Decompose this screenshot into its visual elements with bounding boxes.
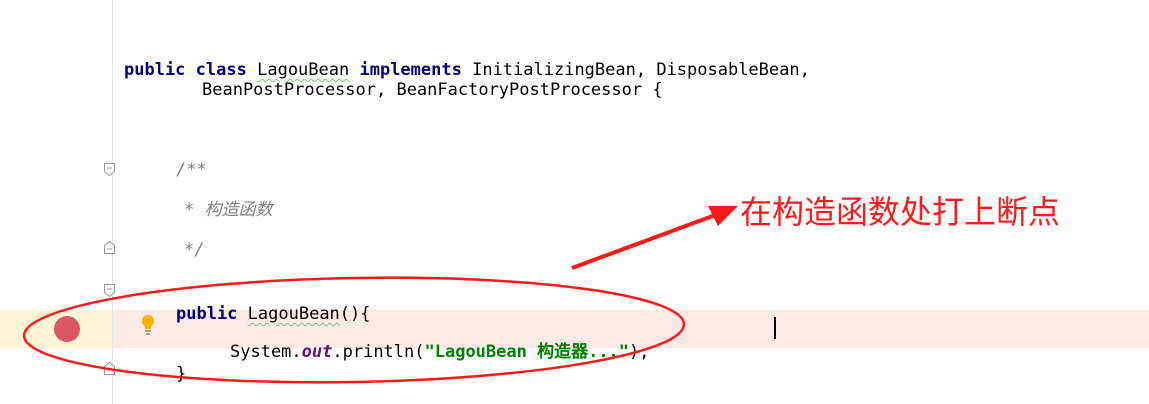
string-literal: "LagouBean 构造器..." — [424, 342, 630, 362]
comment-close: */ — [184, 240, 205, 260]
out-field: out — [301, 342, 333, 362]
comment-body: * 构造函数 — [184, 200, 273, 220]
fold-icon[interactable] — [104, 241, 115, 254]
comment-open: /** — [176, 160, 207, 180]
constructor-name: LagouBean — [247, 304, 340, 324]
code-line-println[interactable]: System.out.println("LagouBean 构造器..."); — [230, 322, 650, 362]
fold-icon[interactable] — [104, 163, 115, 176]
keyword-public: public — [124, 60, 186, 80]
annotation-text: 在构造函数处打上断点 — [740, 193, 1061, 231]
println-method: .println( — [332, 342, 425, 362]
code-line-class-declaration: public class LagouBean implements Initia… — [124, 40, 810, 80]
interfaces-list: InitializingBean, DisposableBean, — [472, 60, 810, 80]
statement-end: ); — [629, 342, 650, 362]
class-name: LagouBean — [257, 60, 350, 80]
code-line-constructor: public LagouBean(){ — [176, 284, 371, 324]
code-line-interfaces-continued: BeanPostProcessor, BeanFactoryPostProces… — [202, 80, 663, 100]
keyword-public: public — [176, 304, 238, 324]
closing-brace: } — [176, 364, 187, 384]
keyword-implements: implements — [359, 60, 462, 80]
system-ref: System. — [230, 342, 302, 362]
gutter-divider — [112, 0, 113, 404]
fold-icon[interactable] — [104, 284, 115, 297]
breakpoint-icon[interactable] — [54, 316, 80, 342]
keyword-class: class — [195, 60, 247, 80]
fold-icon[interactable] — [104, 362, 115, 375]
annotation-arrow-line — [571, 212, 719, 270]
constructor-parens: (){ — [339, 304, 371, 324]
text-caret — [774, 317, 776, 339]
lightbulb-icon[interactable] — [140, 314, 156, 336]
annotation-arrowhead — [708, 206, 738, 226]
